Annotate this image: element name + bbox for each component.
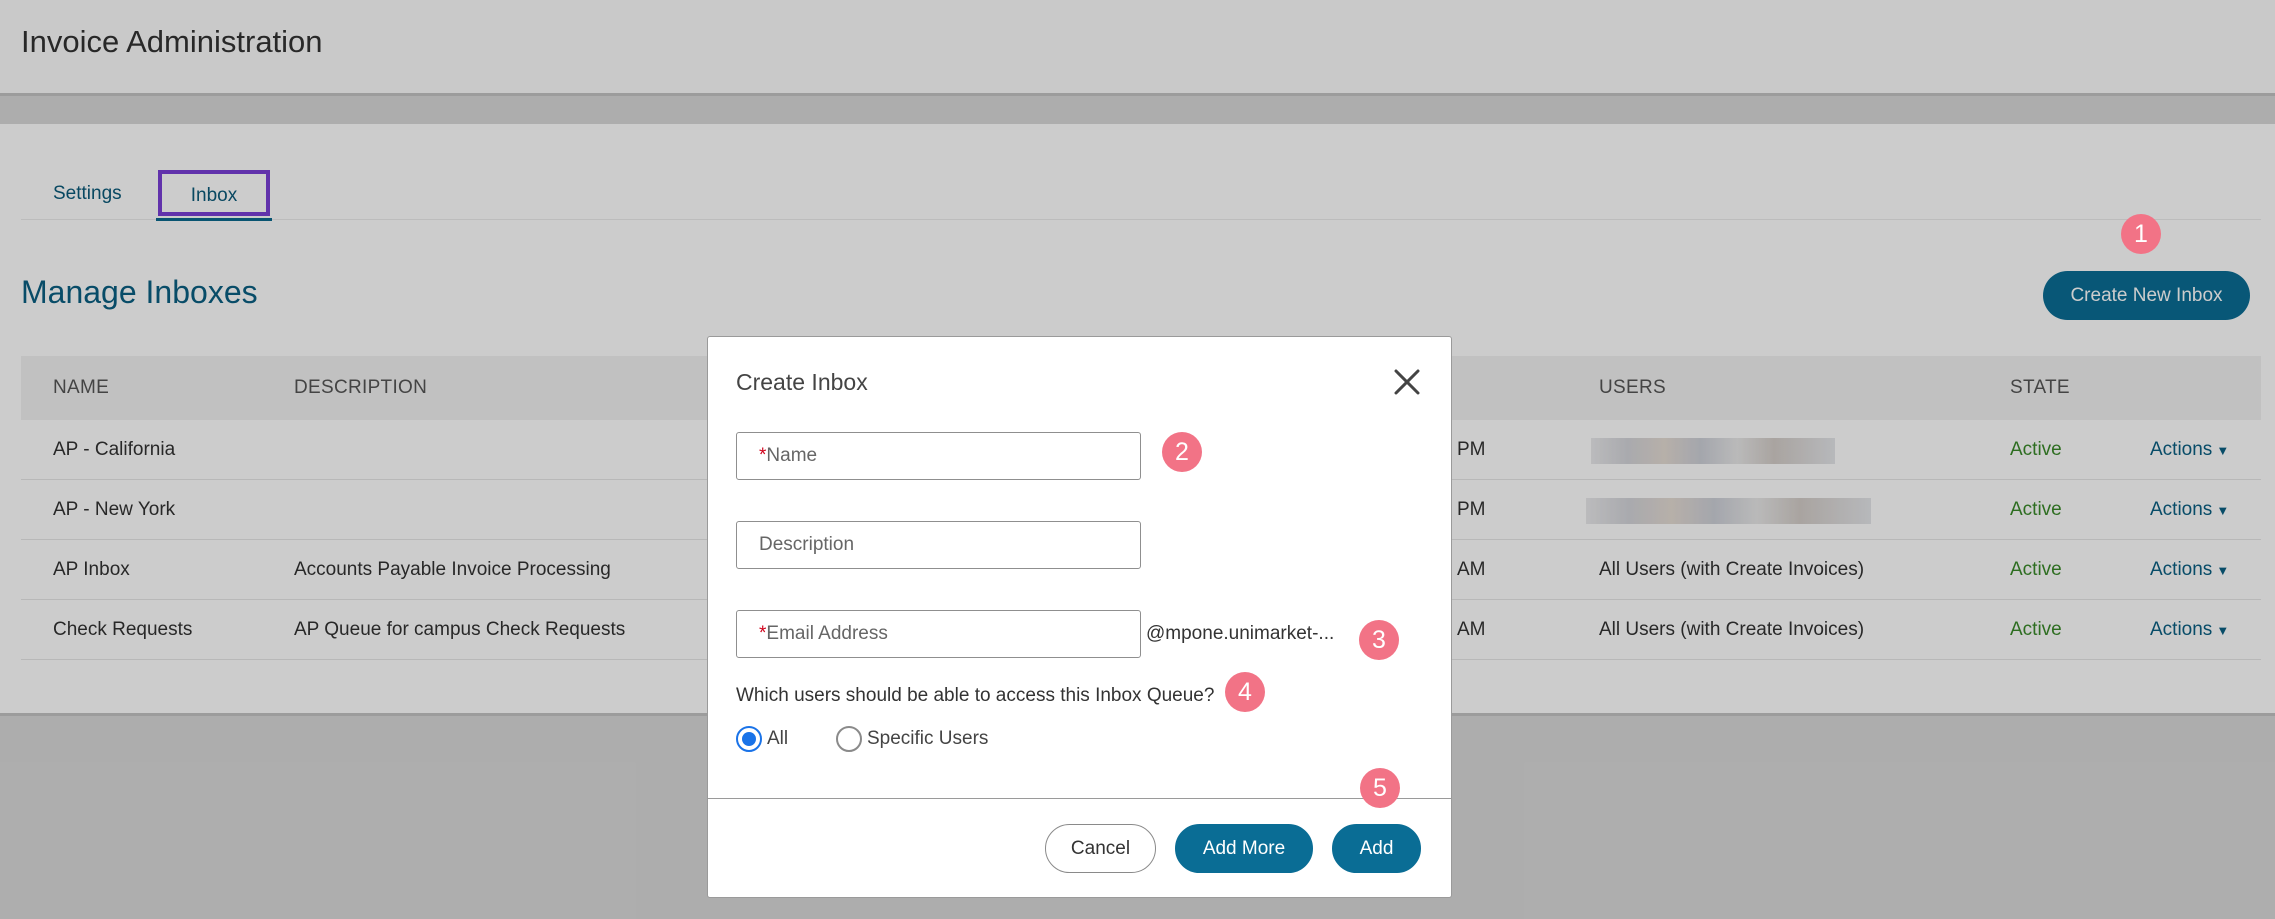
dialog-footer-divider: [708, 798, 1451, 799]
dialog-title: Create Inbox: [736, 369, 868, 395]
radio-label-specific: Specific Users: [867, 728, 989, 749]
step-marker-1: 1: [2121, 214, 2161, 254]
radio-button-unchecked[interactable]: [836, 726, 862, 752]
email-field[interactable]: *Email Address: [736, 610, 1141, 658]
add-button[interactable]: Add: [1332, 824, 1421, 873]
radio-button-checked[interactable]: [736, 726, 762, 752]
name-placeholder: Name: [766, 445, 818, 466]
cancel-button[interactable]: Cancel: [1045, 824, 1156, 873]
radio-label-all: All: [767, 728, 789, 749]
add-more-button[interactable]: Add More: [1175, 824, 1313, 873]
access-question: Which users should be able to access thi…: [736, 685, 1215, 706]
step-marker-3: 3: [1359, 620, 1399, 660]
email-domain-suffix: @mpone.unimarket-...: [1146, 623, 1335, 644]
step-marker-4: 4: [1225, 672, 1265, 712]
step-marker-5: 5: [1360, 768, 1400, 808]
name-field[interactable]: *Name: [736, 432, 1141, 480]
step-marker-2: 2: [1162, 432, 1202, 472]
create-inbox-dialog: Create Inbox *Name Description *Email Ad…: [707, 336, 1452, 898]
description-field[interactable]: Description: [736, 521, 1141, 569]
close-icon[interactable]: [1390, 365, 1424, 399]
email-placeholder: Email Address: [766, 623, 888, 644]
